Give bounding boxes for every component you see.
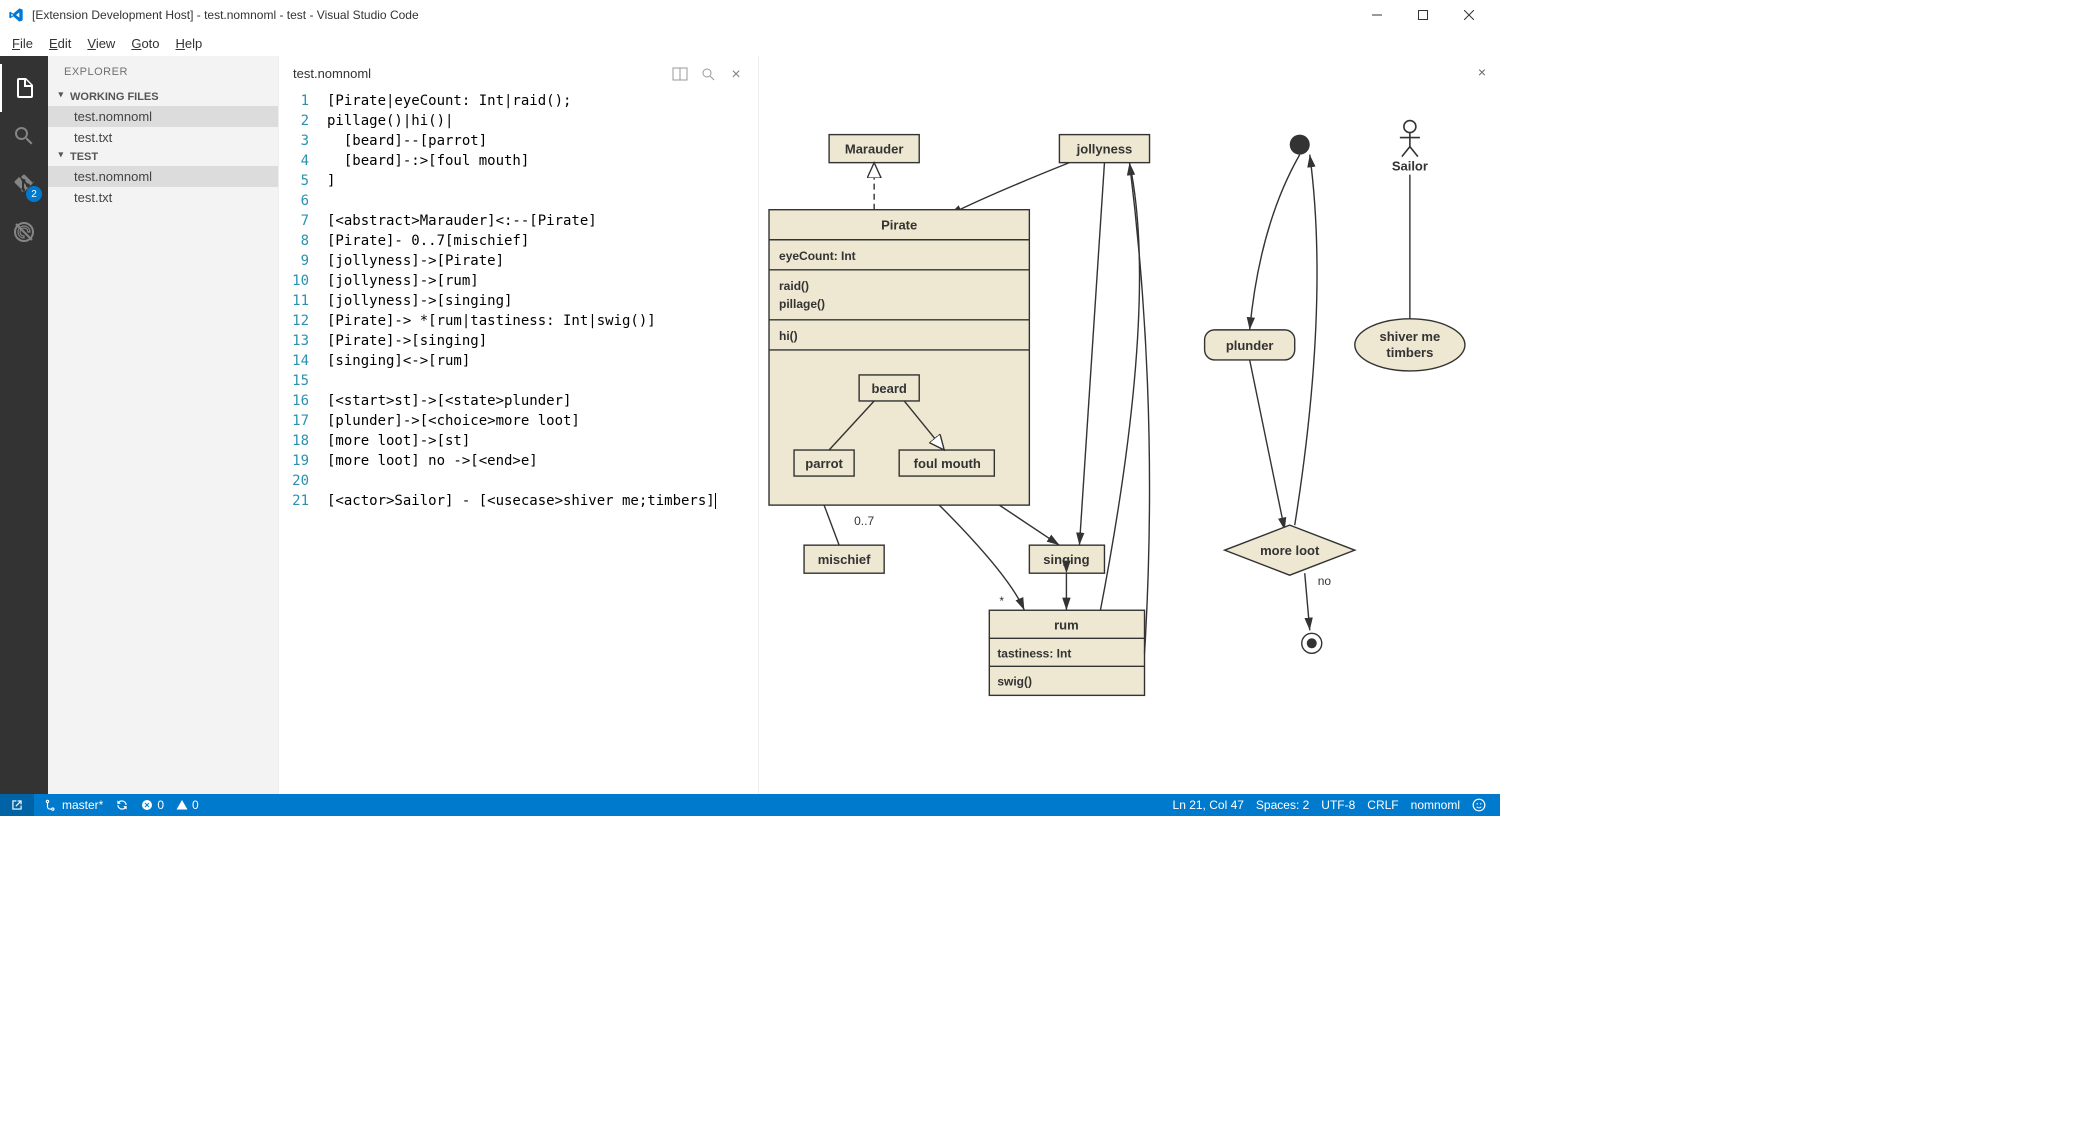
- activity-explorer[interactable]: [0, 64, 48, 112]
- titlebar: [Extension Development Host] - test.nomn…: [0, 0, 1500, 30]
- tab-bar: test.nomnoml ×: [279, 56, 758, 91]
- diagram-preview: × Marauder jollyness: [759, 56, 1500, 794]
- status-encoding[interactable]: UTF-8: [1315, 798, 1361, 812]
- code-content[interactable]: [Pirate|eyeCount: Int|raid(); pillage()|…: [323, 91, 758, 794]
- status-launch[interactable]: [0, 794, 34, 816]
- minimize-button[interactable]: [1354, 0, 1400, 30]
- editor-area: test.nomnoml × 1 2 3 4 5 6 7 8 9 10 11 1…: [278, 56, 1500, 794]
- section-project[interactable]: TEST: [48, 148, 278, 166]
- menu-help[interactable]: Help: [168, 34, 211, 53]
- svg-text:Pirate: Pirate: [881, 218, 917, 233]
- sidebar: EXPLORER WORKING FILES test.nomnoml test…: [48, 56, 278, 794]
- status-bar: master* 0 0 Ln 21, Col 47 Spaces: 2 UTF-…: [0, 794, 1500, 816]
- svg-text:eyeCount: Int: eyeCount: Int: [779, 249, 856, 263]
- svg-text:tastiness: Int: tastiness: Int: [997, 646, 1071, 660]
- svg-text:more loot: more loot: [1260, 543, 1320, 558]
- project-file-0[interactable]: test.nomnoml: [48, 166, 278, 187]
- project-file-1[interactable]: test.txt: [48, 187, 278, 208]
- editor-column: test.nomnoml × 1 2 3 4 5 6 7 8 9 10 11 1…: [278, 56, 758, 794]
- split-editor-icon[interactable]: [672, 66, 688, 82]
- menu-edit[interactable]: Edit: [41, 34, 79, 53]
- git-badge: 2: [26, 186, 42, 202]
- status-spaces[interactable]: Spaces: 2: [1250, 798, 1315, 812]
- window-title: [Extension Development Host] - test.nomn…: [32, 8, 1354, 22]
- working-file-1[interactable]: test.txt: [48, 127, 278, 148]
- menubar: File Edit View Goto Help: [0, 30, 1500, 56]
- close-tab-icon[interactable]: ×: [728, 66, 744, 82]
- svg-text:jollyness: jollyness: [1076, 142, 1133, 157]
- vscode-icon: [8, 7, 24, 23]
- close-button[interactable]: [1446, 0, 1492, 30]
- svg-text:singing: singing: [1043, 552, 1089, 567]
- code-editor[interactable]: 1 2 3 4 5 6 7 8 9 10 11 12 13 14 15 16 1…: [279, 91, 758, 794]
- svg-text:parrot: parrot: [805, 456, 843, 471]
- preview-column: × Marauder jollyness: [758, 56, 1500, 794]
- status-eol[interactable]: CRLF: [1361, 798, 1404, 812]
- activity-bar: 2: [0, 56, 48, 794]
- svg-text:0..7: 0..7: [854, 514, 874, 528]
- section-working-files[interactable]: WORKING FILES: [48, 88, 278, 106]
- svg-text:rum: rum: [1054, 617, 1079, 632]
- svg-text:Sailor: Sailor: [1392, 159, 1428, 174]
- status-sync[interactable]: [109, 798, 135, 812]
- svg-text:hi(): hi(): [779, 329, 798, 343]
- activity-search[interactable]: [0, 112, 48, 160]
- svg-text:pillage(): pillage(): [779, 297, 825, 311]
- status-feedback[interactable]: [1466, 798, 1492, 812]
- svg-text:beard: beard: [871, 381, 906, 396]
- menu-file[interactable]: File: [4, 34, 41, 53]
- preview-icon[interactable]: [700, 66, 716, 82]
- svg-text:Marauder: Marauder: [845, 142, 904, 157]
- svg-text:plunder: plunder: [1226, 338, 1274, 353]
- actor-sailor: [1400, 121, 1420, 157]
- status-lncol[interactable]: Ln 21, Col 47: [1167, 798, 1250, 812]
- working-file-0[interactable]: test.nomnoml: [48, 106, 278, 127]
- svg-text:mischief: mischief: [818, 552, 871, 567]
- status-warnings[interactable]: 0: [170, 798, 205, 812]
- status-branch[interactable]: master*: [38, 798, 109, 812]
- tab-filename[interactable]: test.nomnoml: [293, 66, 672, 81]
- menu-goto[interactable]: Goto: [123, 34, 167, 53]
- line-gutter: 1 2 3 4 5 6 7 8 9 10 11 12 13 14 15 16 1…: [279, 91, 323, 794]
- activity-git[interactable]: 2: [0, 160, 48, 208]
- status-lang[interactable]: nomnoml: [1405, 798, 1466, 812]
- svg-text:timbers: timbers: [1386, 345, 1433, 360]
- svg-text:swig(): swig(): [997, 674, 1032, 688]
- close-preview-icon[interactable]: ×: [1478, 64, 1486, 80]
- svg-text:no: no: [1318, 574, 1332, 588]
- svg-text:foul mouth: foul mouth: [914, 456, 981, 471]
- menu-view[interactable]: View: [79, 34, 123, 53]
- sidebar-title: EXPLORER: [48, 56, 278, 88]
- svg-text:shiver me: shiver me: [1380, 329, 1441, 344]
- activity-debug[interactable]: [0, 208, 48, 256]
- svg-text:raid(): raid(): [779, 279, 809, 293]
- maximize-button[interactable]: [1400, 0, 1446, 30]
- svg-text:*: *: [999, 594, 1004, 608]
- status-errors[interactable]: 0: [135, 798, 170, 812]
